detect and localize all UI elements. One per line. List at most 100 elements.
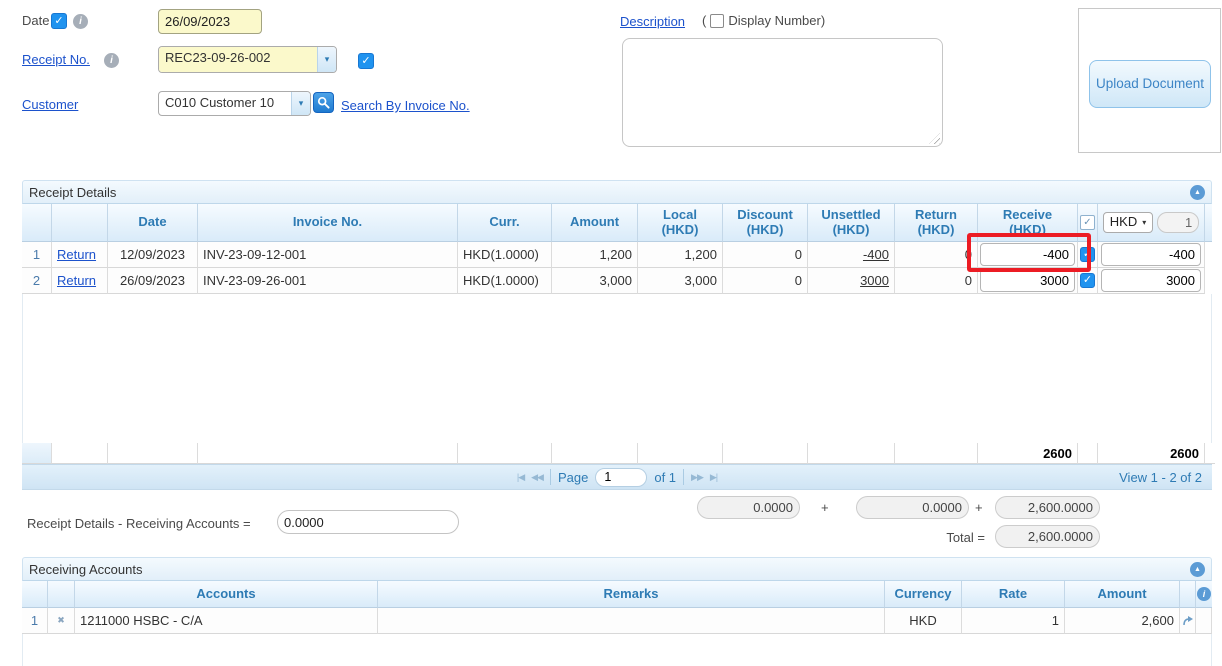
description-link[interactable]: Description xyxy=(620,14,685,29)
col-currency-rate: HKD ▾ xyxy=(1098,204,1205,242)
receipt-details-header-row: Date Invoice No. Curr. Amount Local(HKD)… xyxy=(22,204,1212,242)
cell-date: 26/09/2023 xyxy=(108,268,198,294)
pager-last-icon[interactable]: ▶| xyxy=(710,472,717,483)
return-link[interactable]: Return xyxy=(57,247,96,262)
customer-link[interactable]: Customer xyxy=(22,97,78,112)
rate-input[interactable] xyxy=(1157,212,1199,233)
receive2-total: 2600 xyxy=(1098,443,1205,464)
cell-return-hkd: 0 xyxy=(895,242,978,268)
col-discount[interactable]: Discount(HKD) xyxy=(723,204,808,242)
grid-pager: |◀ ◀◀ Page of 1 ▶▶ ▶| View 1 - 2 of 2 xyxy=(22,464,1212,490)
receive-input[interactable] xyxy=(980,269,1075,292)
cell-amount: 2,600 xyxy=(1065,608,1180,634)
cell-amount: 1,200 xyxy=(552,242,638,268)
pager-first-icon[interactable]: |◀ xyxy=(517,472,524,483)
table-row: 1 Return 12/09/2023 INV-23-09-12-001 HKD… xyxy=(22,242,1212,268)
col-receive[interactable]: Receive(HKD) xyxy=(978,204,1078,242)
pager-prev-icon[interactable]: ◀◀ xyxy=(531,472,543,483)
col-unsettled[interactable]: Unsettled(HKD) xyxy=(808,204,895,242)
sum-field2-input[interactable] xyxy=(856,496,969,519)
row-checkbox[interactable]: ✓ xyxy=(1080,247,1095,262)
revert-arrow-icon[interactable] xyxy=(1182,615,1194,627)
col-action xyxy=(1180,581,1196,608)
receiving-accounts-collapse-button[interactable]: ▲ xyxy=(1190,562,1205,577)
col-delete xyxy=(48,581,75,608)
grid-body-empty xyxy=(22,294,1212,443)
description-textarea[interactable] xyxy=(622,38,943,147)
display-number-label: Display Number) xyxy=(728,13,825,28)
col-rownum xyxy=(22,204,52,242)
col-invoice[interactable]: Invoice No. xyxy=(198,204,458,242)
col-curr[interactable]: Curr. xyxy=(458,204,552,242)
page-input[interactable] xyxy=(595,468,647,487)
pager-separator xyxy=(683,469,684,485)
upload-document-button[interactable]: Upload Document xyxy=(1089,60,1211,108)
date-checkbox[interactable]: ✓ xyxy=(51,13,67,29)
currency-select[interactable]: HKD ▾ xyxy=(1103,212,1153,233)
delete-row-icon[interactable]: ✖ xyxy=(57,615,65,626)
cell-local: 3,000 xyxy=(638,268,723,294)
col-edge xyxy=(1205,204,1212,242)
cell-discount: 0 xyxy=(723,242,808,268)
display-number-prefix: ( xyxy=(702,13,706,28)
cell-curr: HKD(1.0000) xyxy=(458,242,552,268)
cell-currency: HKD xyxy=(885,608,962,634)
col-amount[interactable]: Amount xyxy=(1065,581,1180,608)
receive2-input[interactable] xyxy=(1101,243,1201,266)
cell-discount: 0 xyxy=(723,268,808,294)
cell-local: 1,200 xyxy=(638,242,723,268)
date-input[interactable] xyxy=(158,9,262,34)
col-return-link xyxy=(52,204,108,242)
receive2-input[interactable] xyxy=(1101,269,1201,292)
customer-value: C010 Customer 10 xyxy=(159,92,291,115)
cell-remarks[interactable] xyxy=(378,608,885,634)
cell-invoice: INV-23-09-26-001 xyxy=(198,268,458,294)
sum-field1-input[interactable] xyxy=(697,496,800,519)
col-rownum xyxy=(22,581,48,608)
receiving-accounts-header-row: Accounts Remarks Currency Rate Amount i xyxy=(22,581,1212,608)
unsettled-link[interactable]: 3000 xyxy=(860,273,889,288)
col-date[interactable]: Date xyxy=(108,204,198,242)
customer-search-button[interactable] xyxy=(313,92,334,113)
col-amount[interactable]: Amount xyxy=(552,204,638,242)
col-currency[interactable]: Currency xyxy=(885,581,962,608)
row-checkbox[interactable]: ✓ xyxy=(1080,273,1095,288)
receipt-no-link[interactable]: Receipt No. xyxy=(22,52,90,67)
col-remarks[interactable]: Remarks xyxy=(378,581,885,608)
unsettled-link[interactable]: -400 xyxy=(863,247,889,262)
sum-field3-input[interactable] xyxy=(995,496,1100,519)
cell-rate: 1 xyxy=(962,608,1065,634)
receipt-no-dropdown-icon[interactable]: ▾ xyxy=(317,47,336,72)
return-link[interactable]: Return xyxy=(57,273,96,288)
col-local[interactable]: Local(HKD) xyxy=(638,204,723,242)
receive-input[interactable] xyxy=(980,243,1075,266)
row-number: 1 xyxy=(22,242,52,268)
plus-sign: + xyxy=(975,500,983,515)
grid-summary-row: 2600 2600 xyxy=(22,443,1212,464)
row-number: 1 xyxy=(22,608,48,634)
receipt-entry-screen: Date ✓ i Receipt No. i REC23-09-26-002 ▾… xyxy=(0,0,1222,666)
col-accounts[interactable]: Accounts xyxy=(75,581,378,608)
receipt-details-collapse-button[interactable]: ▲ xyxy=(1190,185,1205,200)
pager-next-icon[interactable]: ▶▶ xyxy=(691,472,703,483)
magnifier-icon xyxy=(317,96,330,109)
customer-combo[interactable]: C010 Customer 10 ▾ xyxy=(158,91,311,116)
col-info: i xyxy=(1196,581,1212,608)
col-return-hkd[interactable]: Return(HKD) xyxy=(895,204,978,242)
receive-total: 2600 xyxy=(978,443,1078,464)
total-label: Total = xyxy=(930,530,985,545)
customer-dropdown-icon[interactable]: ▾ xyxy=(291,92,310,115)
total-input[interactable] xyxy=(995,525,1100,548)
reconcile-input[interactable] xyxy=(277,510,459,534)
receipt-no-info-icon: i xyxy=(104,53,119,68)
col-rate[interactable]: Rate xyxy=(962,581,1065,608)
receiving-accounts-title: Receiving Accounts xyxy=(29,562,1190,577)
reconcile-label: Receipt Details - Receiving Accounts = xyxy=(27,516,251,531)
select-all-checkbox[interactable]: ✓ xyxy=(1080,215,1095,230)
receipt-no-checkbox[interactable]: ✓ xyxy=(358,53,374,69)
search-by-invoice-link[interactable]: Search By Invoice No. xyxy=(341,98,470,113)
display-number-checkbox[interactable] xyxy=(710,14,724,28)
receipt-details-title: Receipt Details xyxy=(29,185,1190,200)
receipt-no-combo[interactable]: REC23-09-26-002 ▾ xyxy=(158,46,337,73)
plus-sign: + xyxy=(821,500,829,515)
